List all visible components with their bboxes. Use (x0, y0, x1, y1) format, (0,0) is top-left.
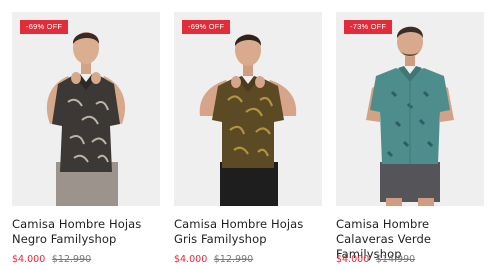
product-photo (46, 32, 126, 206)
product-photo (366, 26, 454, 206)
product-card[interactable]: -73% OFF Camisa Hombre Calaveras Verde F… (336, 12, 484, 268)
product-image[interactable]: -69% OFF (12, 12, 160, 206)
original-price: $14.990 (375, 254, 416, 265)
product-photo (199, 34, 297, 206)
product-title[interactable]: Camisa Hombre Hojas Gris Familyshop (174, 217, 322, 247)
product-grid: -69% OFF Camisa Hombre Hojas Negro Famil… (0, 0, 488, 270)
sale-price: $4.000 (336, 254, 370, 265)
product-card[interactable]: -69% OFF Camisa Hombre Hojas Gris Family… (174, 12, 322, 268)
price-row: $4.000 $14.990 (336, 254, 484, 266)
product-image[interactable]: -73% OFF (336, 12, 484, 206)
price-row: $4.000 $12.990 (12, 254, 160, 266)
sale-price: $4.000 (12, 254, 46, 265)
original-price: $12.990 (51, 254, 92, 265)
discount-badge: -69% OFF (182, 20, 231, 34)
sale-price: $4.000 (174, 254, 208, 265)
product-image[interactable]: -69% OFF (174, 12, 322, 206)
product-card[interactable]: -69% OFF Camisa Hombre Hojas Negro Famil… (12, 12, 160, 268)
discount-badge: -69% OFF (20, 20, 69, 34)
original-price: $12.990 (213, 254, 254, 265)
discount-badge: -73% OFF (344, 20, 393, 34)
price-row: $4.000 $12.990 (174, 254, 322, 266)
product-title[interactable]: Camisa Hombre Hojas Negro Familyshop (12, 217, 160, 247)
